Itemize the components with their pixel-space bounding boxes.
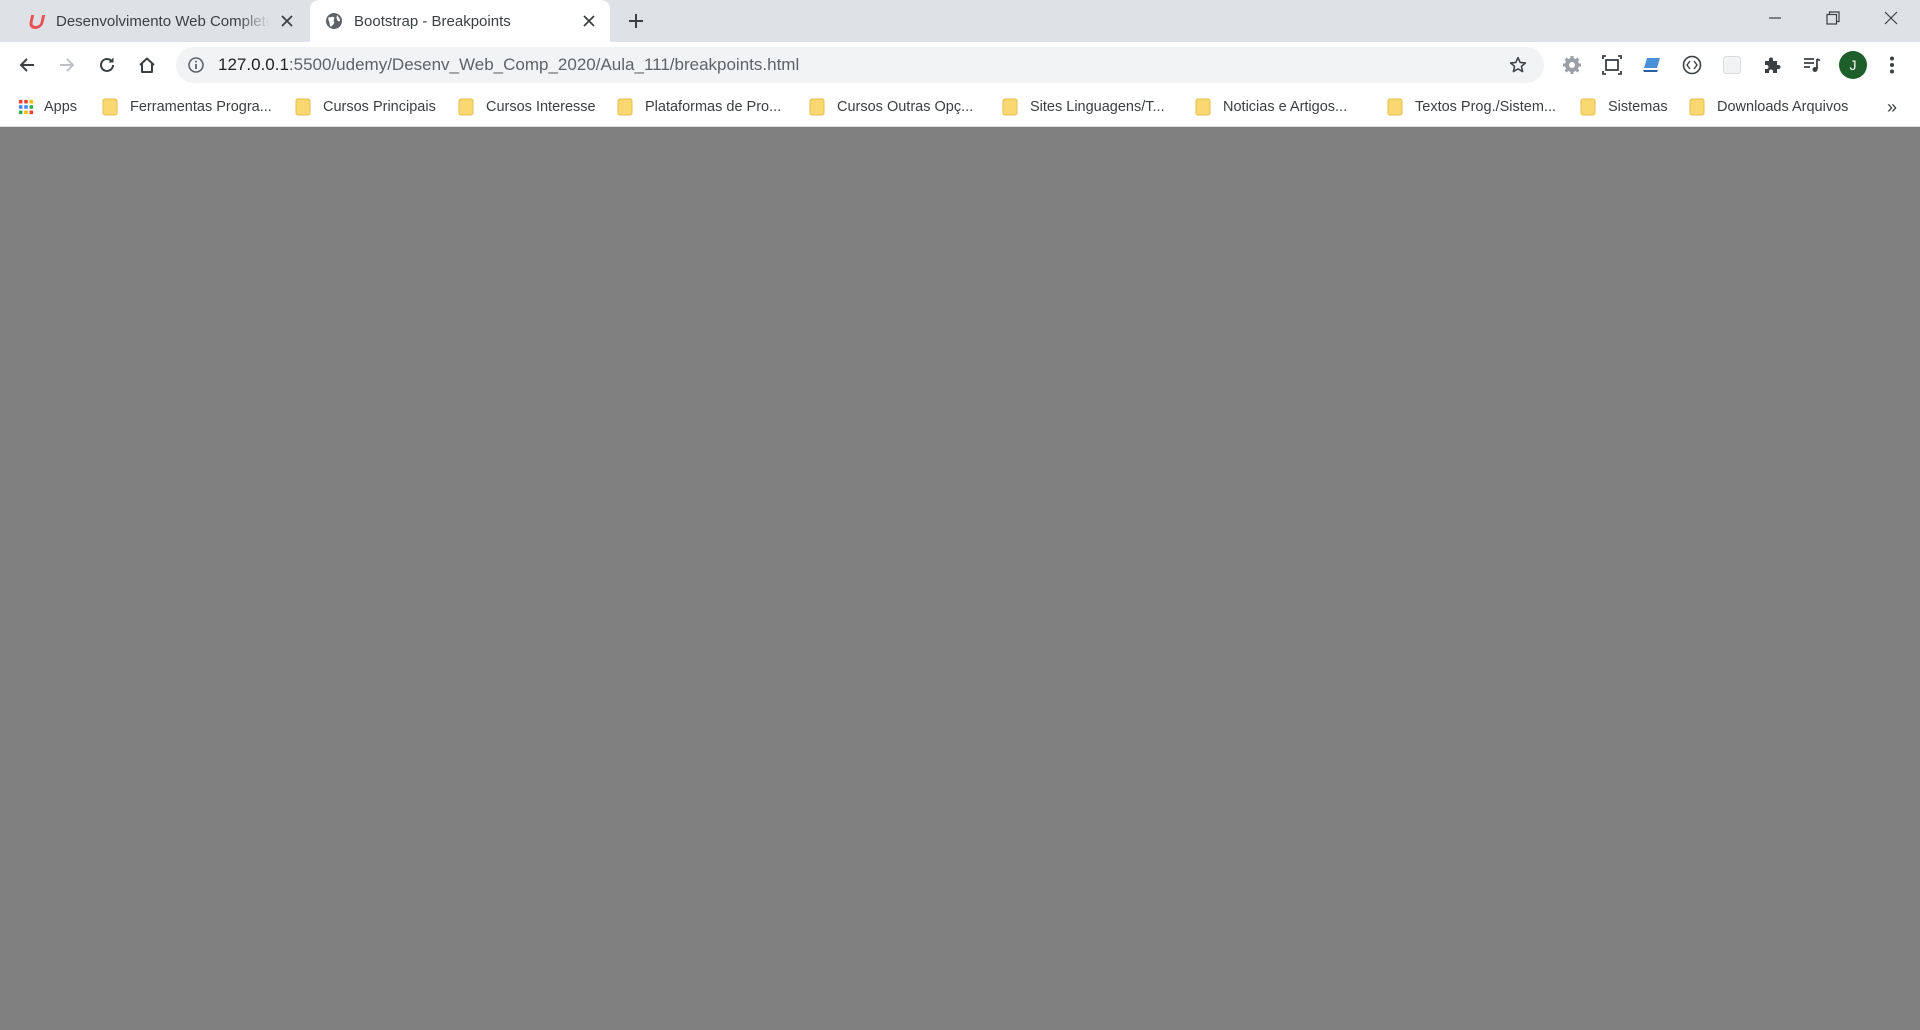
folder-icon (458, 98, 474, 116)
bookmark-label: Ferramentas Progra... (130, 99, 272, 115)
globe-icon (324, 11, 344, 31)
reload-button[interactable] (91, 49, 123, 81)
folder-icon (1002, 98, 1018, 116)
close-icon[interactable] (276, 10, 298, 32)
bookmark-folder[interactable]: Cursos Interesse (458, 95, 596, 119)
extension-code-icon[interactable] (1678, 51, 1706, 79)
bookmark-folder[interactable]: Cursos Outras Opç... (809, 95, 973, 119)
address-bar[interactable]: 127.0.0.1:5500/udemy/Desenv_Web_Comp_202… (176, 47, 1544, 83)
extension-gear-icon[interactable] (1558, 51, 1586, 79)
minimize-button[interactable] (1746, 0, 1804, 36)
close-icon (1884, 11, 1898, 25)
bookmark-label: Downloads Arquivos (1717, 99, 1849, 115)
folder-icon (102, 98, 118, 116)
folder-icon (295, 98, 311, 116)
tab-title: Desenvolvimento Web Completo 2020 (56, 12, 270, 30)
url-text[interactable]: 127.0.0.1:5500/udemy/Desenv_Web_Comp_202… (218, 55, 1504, 75)
page-content (0, 127, 1920, 1030)
bookmark-folder[interactable]: Noticias e Artigos... (1195, 95, 1347, 119)
bookmark-folder[interactable]: Cursos Principais (295, 95, 436, 119)
url-path: :5500/udemy/Desenv_Web_Comp_2020/Aula_11… (288, 55, 800, 74)
forward-button[interactable] (51, 49, 83, 81)
media-control-icon[interactable] (1798, 51, 1826, 79)
puzzle-icon[interactable] (1758, 51, 1786, 79)
restore-button[interactable] (1804, 0, 1862, 36)
menu-kebab-icon[interactable] (1878, 51, 1906, 79)
info-icon[interactable] (186, 55, 206, 75)
bookmark-folder[interactable]: Sistemas (1580, 95, 1668, 119)
bookmark-label: Cursos Outras Opç... (837, 99, 974, 115)
minimize-icon (1769, 17, 1781, 19)
bookmark-apps[interactable]: Apps (18, 95, 77, 119)
apps-grid-icon (18, 99, 34, 115)
extension-laptop-icon[interactable] (1638, 51, 1666, 79)
close-icon[interactable] (578, 10, 600, 32)
bookmark-label: Sistemas (1608, 99, 1668, 115)
bookmarks-bar: Apps Ferramentas Progra... Cursos Princi… (0, 88, 1920, 127)
url-host: 127.0.0.1 (218, 55, 289, 74)
bookmark-label: Sites Linguagens/T... (1030, 99, 1165, 115)
bookmark-folder[interactable]: Plataformas de Pro... (617, 95, 781, 119)
bookmark-label: Cursos Principais (323, 99, 436, 115)
tab-bootstrap-breakpoints[interactable]: Bootstrap - Breakpoints (310, 0, 610, 42)
folder-icon (809, 98, 825, 116)
tab-strip: Desenvolvimento Web Completo 2020 Bootst… (0, 0, 1920, 42)
profile-avatar[interactable]: J (1839, 51, 1867, 79)
bookmark-label: Noticias e Artigos... (1223, 99, 1348, 115)
bookmark-label: Textos Prog./Sistem... (1415, 99, 1557, 115)
folder-icon (1689, 98, 1705, 116)
reload-icon (100, 57, 114, 72)
home-button[interactable] (131, 49, 163, 81)
plus-icon (629, 14, 643, 28)
udemy-icon (26, 11, 46, 31)
bookmark-label: Plataformas de Pro... (645, 99, 782, 115)
bookmark-folder[interactable]: Textos Prog./Sistem... (1387, 95, 1556, 119)
window-controls (1746, 0, 1920, 36)
screenshot-icon[interactable] (1598, 51, 1626, 79)
bookmark-star-icon[interactable] (1504, 51, 1532, 79)
bookmarks-overflow-button[interactable]: » (1880, 96, 1904, 118)
bookmark-label: Apps (44, 99, 78, 115)
back-button[interactable] (11, 49, 43, 81)
bookmark-label: Cursos Interesse (486, 99, 596, 115)
extension-blank-icon[interactable] (1718, 51, 1746, 79)
home-icon (139, 57, 155, 73)
folder-icon (1387, 98, 1403, 116)
close-window-button[interactable] (1862, 0, 1920, 36)
folder-icon (1195, 98, 1211, 116)
bookmark-folder[interactable]: Ferramentas Progra... (102, 95, 272, 119)
bookmark-folder[interactable]: Sites Linguagens/T... (1002, 95, 1165, 119)
tab-udemy-course[interactable]: Desenvolvimento Web Completo 2020 (12, 0, 308, 42)
arrow-left-icon (19, 58, 34, 72)
restore-icon (1826, 11, 1840, 25)
arrow-right-icon (60, 58, 75, 72)
browser-toolbar: 127.0.0.1:5500/udemy/Desenv_Web_Comp_202… (0, 42, 1920, 88)
folder-icon (617, 98, 633, 116)
bookmark-folder[interactable]: Downloads Arquivos (1689, 95, 1848, 119)
tab-title: Bootstrap - Breakpoints (354, 12, 511, 30)
new-tab-button[interactable] (622, 7, 650, 35)
folder-icon (1580, 98, 1596, 116)
